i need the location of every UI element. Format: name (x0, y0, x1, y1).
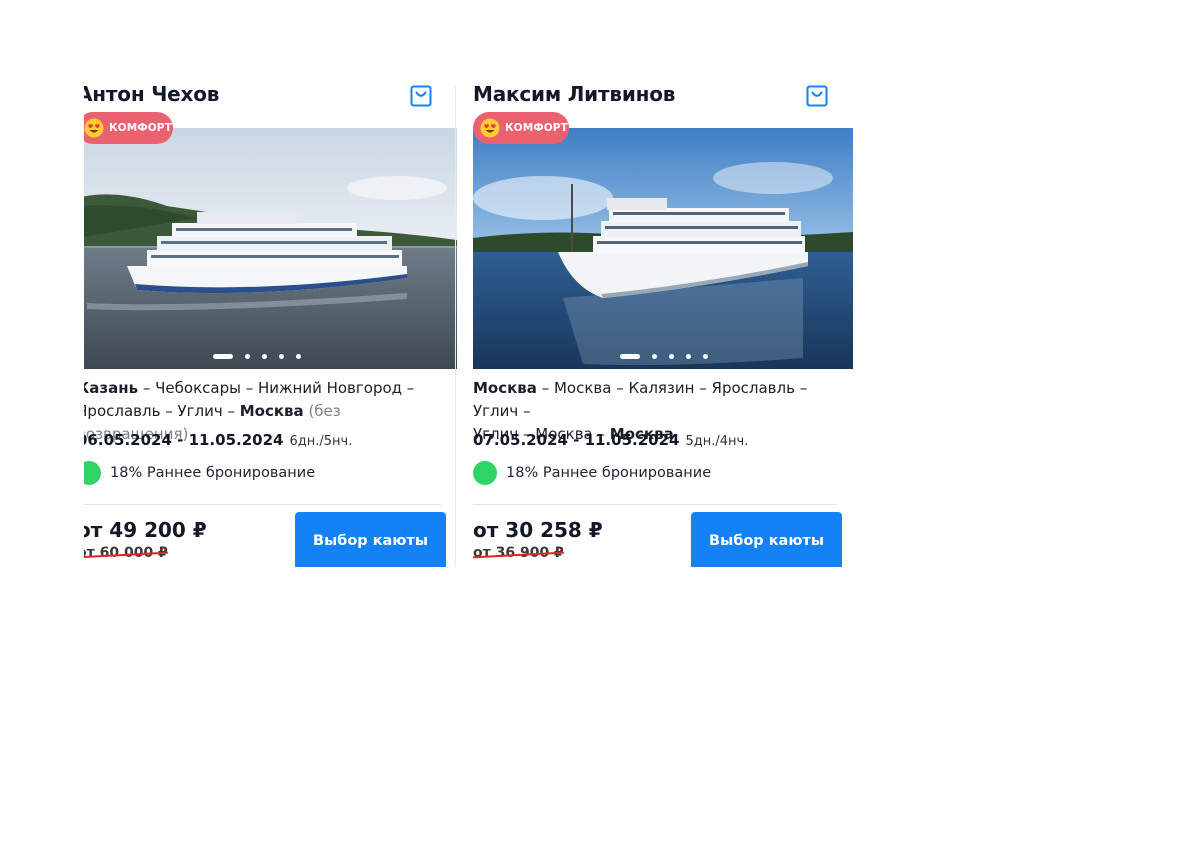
route-stop: Нижний Новгород (257, 379, 403, 397)
cruise-carousel: Антон Чехов КОМФОРТ азань – Чебоксары – … (84, 78, 864, 567)
date-range: 07.05.2024 - 11.05.2024 (473, 431, 680, 449)
card-divider (455, 86, 456, 567)
route-stop: Казань (84, 379, 139, 397)
carousel-dot[interactable] (296, 354, 301, 359)
promo-text: 18% Раннее бронирование (110, 465, 316, 481)
price: от 49 200 ₽ (84, 518, 207, 542)
route-stop: Москва (553, 379, 612, 397)
cruise-card: Максим Литвинов КОМФОРТ Москва – Москва … (473, 78, 853, 567)
carousel-dot[interactable] (686, 354, 691, 359)
route-separator: – (240, 379, 258, 397)
route-separator: – (138, 379, 156, 397)
carousel-dot-active[interactable] (213, 354, 233, 359)
old-price: от 36 900 ₽ (473, 545, 564, 561)
select-cabin-button[interactable]: Выбор каюты (691, 512, 842, 567)
carousel-dot[interactable] (652, 354, 657, 359)
route-stop: Углич (473, 402, 519, 420)
favorite-bag-icon[interactable] (806, 85, 828, 107)
promo: 18% Раннее бронирование (473, 461, 711, 485)
route-separator: – (694, 379, 712, 397)
route-separator: – (536, 379, 554, 397)
promo-text: 18% Раннее бронирование (506, 465, 712, 481)
route-separator: – (160, 402, 178, 420)
carousel-dot[interactable] (703, 354, 708, 359)
route-separator: – (611, 379, 629, 397)
green-circle-icon (473, 461, 497, 485)
route-separator: – (794, 379, 808, 397)
divider-line (84, 504, 441, 505)
carousel-dots (84, 354, 457, 360)
route-separator: – (222, 402, 240, 420)
duration: 5дн./4нч. (685, 434, 749, 449)
carousel-track: Антон Чехов КОМФОРТ азань – Чебоксары – … (84, 78, 864, 567)
route-separator: – (518, 402, 531, 420)
heart-eyes-emoji-icon (84, 118, 104, 138)
favorite-bag-icon[interactable] (410, 85, 432, 107)
route-stop: Чебоксары (155, 379, 241, 397)
divider-line (473, 504, 837, 505)
cruise-dates: 06.05.2024 - 11.05.2024 6дн./5нч. (84, 431, 352, 449)
route-stop: Углич (177, 402, 223, 420)
carousel-dot[interactable] (669, 354, 674, 359)
comfort-badge: КОМФОРТ (84, 112, 173, 144)
duration: 6дн./5нч. (289, 434, 353, 449)
route-stop: Москва (473, 379, 537, 397)
ship-photo[interactable] (84, 128, 457, 369)
route-stop: Ярославль (84, 402, 161, 420)
carousel-dot[interactable] (279, 354, 284, 359)
select-cabin-button[interactable]: Выбор каюты (295, 512, 446, 567)
badge-label: КОМФОРТ (109, 122, 172, 134)
carousel-dot[interactable] (245, 354, 250, 359)
cruise-dates: 07.05.2024 - 11.05.2024 5дн./4нч. (473, 431, 748, 449)
heart-eyes-emoji-icon (480, 118, 500, 138)
route-stop: Калязин (628, 379, 695, 397)
badge-label: КОМФОРТ (505, 122, 568, 134)
carousel-dot[interactable] (262, 354, 267, 359)
route-stop: Ярославль (711, 379, 795, 397)
carousel-dot-active[interactable] (620, 354, 640, 359)
carousel-dots (473, 354, 853, 360)
old-price: от 60 000 ₽ (84, 545, 168, 561)
ship-name[interactable]: Антон Чехов (84, 82, 219, 106)
ship-name[interactable]: Максим Литвинов (473, 82, 675, 106)
green-circle-icon (84, 461, 101, 485)
cruise-card: Антон Чехов КОМФОРТ азань – Чебоксары – … (84, 78, 457, 567)
price: от 30 258 ₽ (473, 518, 603, 542)
comfort-badge: КОМФОРТ (473, 112, 569, 144)
promo: 18% Раннее бронирование (84, 461, 315, 485)
route-stop: Москва (239, 402, 304, 420)
date-range: 06.05.2024 - 11.05.2024 (84, 431, 284, 449)
route-separator: – (402, 379, 415, 397)
ship-photo[interactable] (473, 128, 853, 369)
